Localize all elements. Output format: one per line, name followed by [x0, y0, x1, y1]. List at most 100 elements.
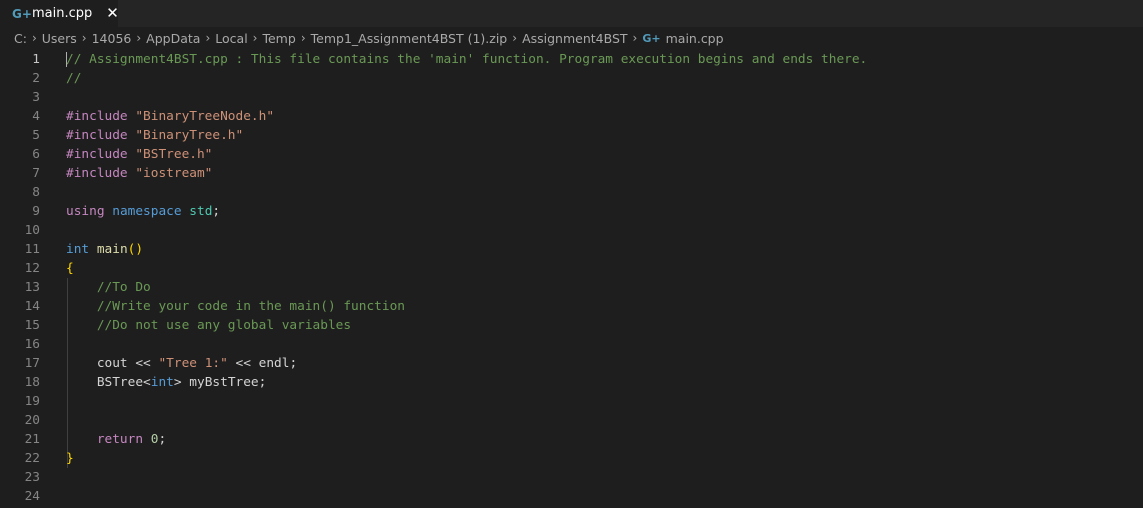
line-number: 1: [32, 52, 40, 67]
code-token: int: [66, 242, 97, 257]
code-token: {: [66, 261, 74, 276]
breadcrumb-item[interactable]: C:: [14, 31, 27, 46]
tab-title: main.cpp: [32, 6, 93, 21]
code-line[interactable]: 9 using namespace std;: [0, 202, 1143, 221]
line-number: 20: [24, 413, 40, 428]
code-token: (): [127, 242, 144, 257]
text-cursor: [66, 52, 67, 67]
breadcrumb-item[interactable]: AppData: [146, 31, 200, 46]
line-number: 13: [24, 280, 40, 295]
tab-main-cpp[interactable]: G+ main.cpp ✕: [0, 0, 119, 27]
code-line[interactable]: 3: [0, 88, 1143, 107]
code-token: <: [143, 375, 151, 390]
line-number: 9: [32, 204, 40, 219]
code-text: #include "iostream": [66, 164, 212, 183]
code-token: //Do not use any global variables: [66, 318, 352, 333]
breadcrumb-item[interactable]: 14056: [92, 31, 132, 46]
code-line[interactable]: 1 // Assignment4BST.cpp : This file conta…: [0, 50, 1143, 69]
code-line[interactable]: 13 //To Do: [0, 278, 1143, 297]
line-number: 18: [24, 375, 40, 390]
chevron-right-icon: ›: [31, 31, 37, 45]
line-number: 10: [24, 223, 40, 238]
code-line[interactable]: 18 BSTree<int> myBstTree;: [0, 373, 1143, 392]
code-token: //To Do: [66, 280, 151, 295]
breadcrumb: C: › Users › 14056 › AppData › Local › Temp › Temp1_…: [0, 27, 1143, 49]
code-text: {: [66, 259, 74, 278]
code-token: namespace: [112, 204, 190, 219]
code-token: "Tree 1:": [158, 356, 228, 371]
code-text: BSTree<int> myBstTree;: [66, 373, 267, 392]
code-text: #include "BSTree.h": [66, 145, 212, 164]
code-line[interactable]: 12 {: [0, 259, 1143, 278]
code-line[interactable]: 2 //: [0, 69, 1143, 88]
close-icon[interactable]: ✕: [106, 6, 119, 21]
code-editor[interactable]: 1 // Assignment4BST.cpp : This file conta…: [0, 50, 1143, 508]
chevron-right-icon: ›: [136, 31, 142, 45]
line-number: 14: [24, 299, 40, 314]
code-token: BSTree: [66, 375, 144, 390]
code-token: "iostream": [135, 166, 213, 181]
code-text: //To Do: [66, 278, 151, 297]
code-text: int main(): [66, 240, 143, 259]
breadcrumb-item[interactable]: Assignment4BST: [522, 31, 627, 46]
code-token: main: [96, 242, 128, 257]
breadcrumb-item[interactable]: Temp1_Assignment4BST (1).zip: [311, 31, 508, 46]
code-line[interactable]: 20: [0, 411, 1143, 430]
breadcrumb-file[interactable]: main.cpp: [666, 31, 724, 46]
code-line[interactable]: 4 #include "BinaryTreeNode.h": [0, 107, 1143, 126]
code-line[interactable]: 21 return 0;: [0, 430, 1143, 449]
line-number: 11: [24, 242, 40, 257]
code-line[interactable]: 24: [0, 487, 1143, 506]
code-line[interactable]: 10: [0, 221, 1143, 240]
code-text: #include "BinaryTreeNode.h": [66, 107, 274, 126]
chevron-right-icon: ›: [512, 31, 518, 45]
code-line[interactable]: 17 cout << "Tree 1:" << endl;: [0, 354, 1143, 373]
code-token: cout: [66, 356, 136, 371]
code-line[interactable]: 19: [0, 392, 1143, 411]
breadcrumb-item[interactable]: Temp: [262, 31, 295, 46]
code-text: }: [66, 449, 74, 468]
line-number: 23: [24, 470, 40, 485]
code-token: #include: [66, 166, 136, 181]
code-token: <<: [135, 356, 159, 371]
line-number: 7: [32, 166, 40, 181]
code-text: //Do not use any global variables: [66, 316, 351, 335]
code-token: #include: [66, 109, 136, 124]
code-line[interactable]: 16: [0, 335, 1143, 354]
cpp-file-icon: G+: [12, 6, 32, 21]
line-number: 4: [32, 109, 40, 124]
code-line[interactable]: 15 //Do not use any global variables: [0, 316, 1143, 335]
chevron-right-icon: ›: [252, 31, 258, 45]
code-line[interactable]: 6 #include "BSTree.h": [0, 145, 1143, 164]
code-token: ;: [158, 432, 167, 447]
line-number: 15: [24, 318, 40, 333]
chevron-right-icon: ›: [81, 31, 87, 45]
code-line[interactable]: 7 #include "iostream": [0, 164, 1143, 183]
code-token: "BinaryTreeNode.h": [135, 109, 275, 124]
chevron-right-icon: ›: [300, 31, 306, 45]
breadcrumb-item[interactable]: Local: [215, 31, 247, 46]
code-token: "BinaryTree.h": [135, 128, 244, 143]
line-number: 19: [24, 394, 40, 409]
line-number: 21: [24, 432, 40, 447]
code-line[interactable]: 11 int main(): [0, 240, 1143, 259]
code-line[interactable]: 23: [0, 468, 1143, 487]
code-token: //Write your code in the main() function: [66, 299, 405, 314]
breadcrumb-item[interactable]: Users: [42, 31, 77, 46]
code-line[interactable]: 5 #include "BinaryTree.h": [0, 126, 1143, 145]
code-token: std: [189, 204, 213, 219]
code-text: using namespace std;: [66, 202, 220, 221]
code-token: << endl;: [227, 356, 298, 371]
code-token: ;: [212, 204, 221, 219]
code-token: //: [66, 71, 82, 86]
code-token: > myBstTree;: [173, 375, 267, 390]
code-text: cout << "Tree 1:" << endl;: [66, 354, 297, 373]
code-text: //: [66, 69, 81, 88]
code-text: return 0;: [66, 430, 166, 449]
chevron-right-icon: ›: [205, 31, 211, 45]
code-line[interactable]: 14 //Write your code in the main() funct…: [0, 297, 1143, 316]
code-line[interactable]: 22}: [0, 449, 1143, 468]
line-number: 17: [24, 356, 40, 371]
code-line[interactable]: 8: [0, 183, 1143, 202]
code-token: using: [66, 204, 113, 219]
